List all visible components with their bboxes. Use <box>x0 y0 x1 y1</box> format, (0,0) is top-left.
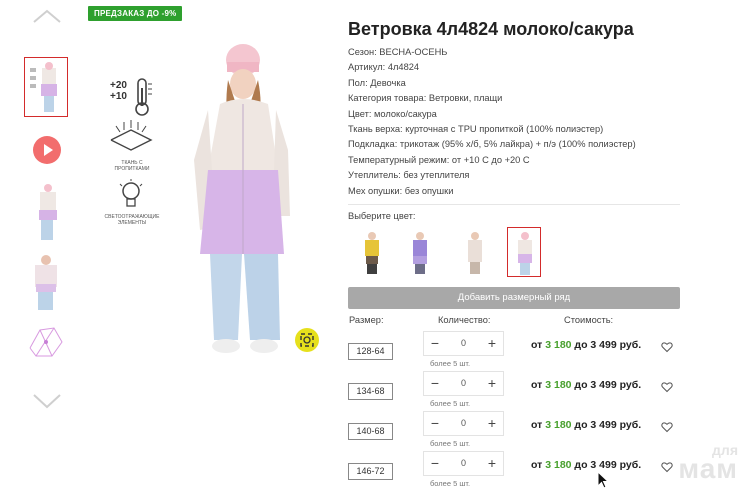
decrement-button[interactable]: − <box>424 332 446 355</box>
price-range: от 3 180 до 3 499 руб. <box>531 459 642 471</box>
quantity-stepper[interactable]: − 0 + <box>423 331 504 356</box>
quantity-stepper[interactable]: − 0 + <box>423 371 504 396</box>
property-outer-fabric: Ткань верха: курточная с TPU пропиткой (… <box>348 123 604 134</box>
property-category: Категория товара: Ветровки, плащи <box>348 93 503 104</box>
video-play-icon[interactable] <box>33 136 61 164</box>
quantity-note: более 5 шт. <box>430 399 471 408</box>
quantity-input[interactable]: 0 <box>446 412 481 435</box>
favorite-heart-icon[interactable] <box>661 381 673 393</box>
decrement-button[interactable]: − <box>424 372 446 395</box>
quantity-input[interactable]: 0 <box>446 332 481 355</box>
color-option-lavender[interactable] <box>403 227 437 277</box>
thumbnail-1[interactable] <box>24 57 68 117</box>
quantity-stepper[interactable]: − 0 + <box>423 411 504 436</box>
size-label: 140-68 <box>348 423 393 440</box>
increment-button[interactable]: + <box>481 452 503 475</box>
property-season: Сезон: ВЕСНА-ОСЕНЬ <box>348 47 448 57</box>
thumbnail-4[interactable] <box>24 252 68 312</box>
reflective-caption: СВЕТООТРАЖАЮЩИЕ ЭЛЕМЕНТЫ <box>104 214 160 226</box>
thumbnail-5[interactable] <box>24 318 68 378</box>
increment-button[interactable]: + <box>481 372 503 395</box>
color-option-beige[interactable] <box>458 227 492 277</box>
price-range: от 3 180 до 3 499 руб. <box>531 379 642 391</box>
quantity-input[interactable]: 0 <box>446 372 481 395</box>
product-main-image[interactable] <box>180 40 305 358</box>
size-row: 140-68 − 0 + более 5 шт. от 3 180 до 3 4… <box>348 411 688 448</box>
property-article: Артикул: 4л4824 <box>348 62 420 73</box>
color-option-milk-sakura[interactable] <box>507 227 541 277</box>
decrement-button[interactable]: − <box>424 412 446 435</box>
watermark-logo: для мам <box>678 442 738 484</box>
add-size-row-button[interactable]: Добавить размерный ряд <box>348 287 680 309</box>
increment-button[interactable]: + <box>481 332 503 355</box>
zoom-icon[interactable] <box>295 328 319 352</box>
fabric-caption: ТКАНЬ С ПРОПИТКАМИ <box>114 160 150 172</box>
choose-color-label: Выберите цвет: <box>348 211 416 221</box>
quantity-note: более 5 шт. <box>430 359 471 368</box>
mouse-cursor-icon <box>597 471 610 489</box>
color-option-yellow[interactable] <box>355 227 389 277</box>
favorite-heart-icon[interactable] <box>661 341 673 353</box>
size-row: 128-64 − 0 + более 5 шт. от 3 180 до 3 4… <box>348 331 688 368</box>
size-header: Размер: <box>349 315 384 325</box>
size-label: 146-72 <box>348 463 393 480</box>
lightbulb-icon <box>116 178 146 212</box>
favorite-heart-icon[interactable] <box>661 421 673 433</box>
property-fur: Мех опушки: без опушки <box>348 185 454 196</box>
product-title: Ветровка 4л4824 молоко/сакура <box>348 19 634 39</box>
increment-button[interactable]: + <box>481 412 503 435</box>
price-range: от 3 180 до 3 499 руб. <box>531 419 642 431</box>
size-row: 146-72 − 0 + более 5 шт. от 3 180 до 3 4… <box>348 451 688 488</box>
divider <box>348 204 680 205</box>
property-gender: Пол: Девочка <box>348 77 406 88</box>
size-label: 128-64 <box>348 343 393 360</box>
property-lining: Подкладка: трикотаж (95% х/б, 5% лайкра)… <box>348 139 636 150</box>
property-insulation: Утеплитель: без утеплителя <box>348 170 470 181</box>
quantity-header: Количество: <box>438 315 491 325</box>
thumb-scroll-up-chevron-icon[interactable] <box>32 8 62 24</box>
size-label: 134-68 <box>348 383 393 400</box>
price-header: Стоимость: <box>564 315 614 325</box>
fabric-icon <box>106 118 156 158</box>
property-temperature: Температурный режим: от +10 С до +20 С <box>348 154 530 165</box>
promo-badge: ПРЕДЗАКАЗ ДО -9% <box>88 6 183 21</box>
quantity-stepper[interactable]: − 0 + <box>423 451 504 476</box>
thumbnail-3[interactable] <box>24 182 68 242</box>
quantity-input[interactable]: 0 <box>446 452 481 475</box>
product-properties: Сезон: ВЕСНА-ОСЕНЬ Артикул: 4л4824 Пол: … <box>348 45 636 199</box>
size-row: 134-68 − 0 + более 5 шт. от 3 180 до 3 4… <box>348 371 688 408</box>
decrement-button[interactable]: − <box>424 452 446 475</box>
thumb-scroll-down-chevron-icon[interactable] <box>32 393 62 409</box>
favorite-heart-icon[interactable] <box>661 461 673 473</box>
property-color: Цвет: молоко/сакура <box>348 108 437 119</box>
quantity-note: более 5 шт. <box>430 439 471 448</box>
price-range: от 3 180 до 3 499 руб. <box>531 339 642 351</box>
quantity-note: более 5 шт. <box>430 479 471 488</box>
temp-range-label: +20 +10 <box>110 80 127 102</box>
